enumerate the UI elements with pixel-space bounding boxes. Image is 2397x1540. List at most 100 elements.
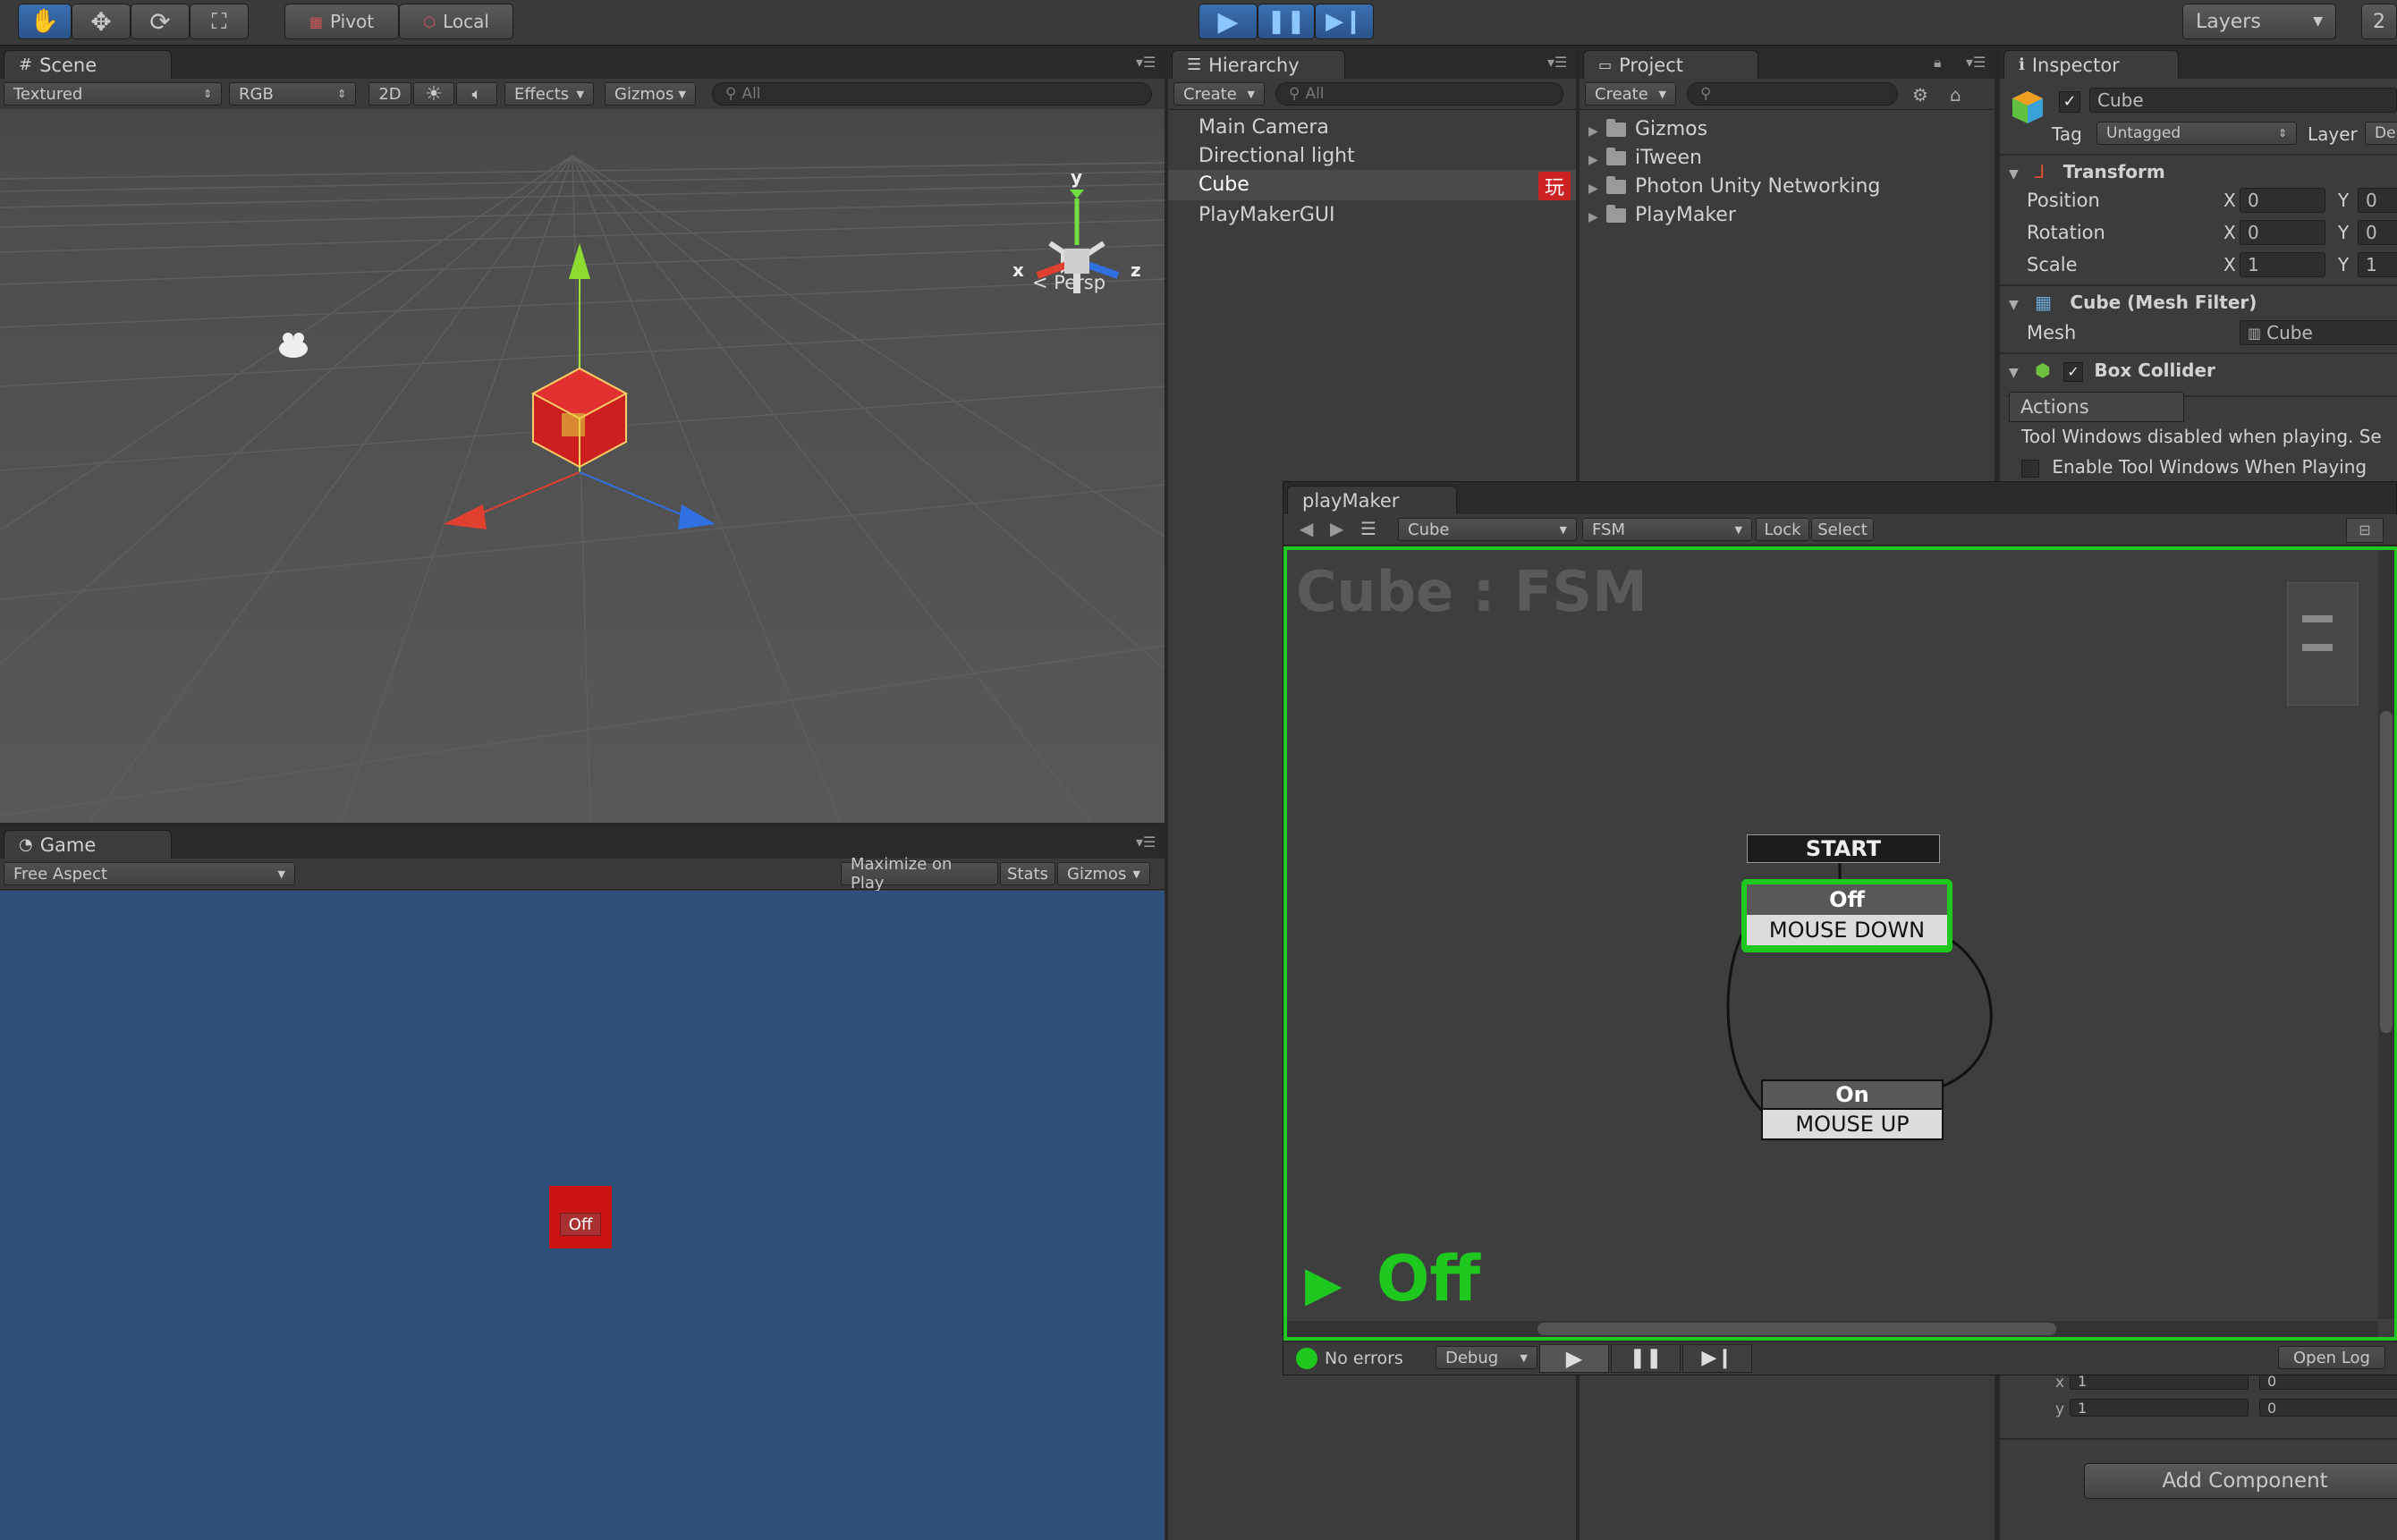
tab-inspector[interactable]: ℹ Inspector: [2003, 50, 2179, 79]
step-button[interactable]: ▶❙: [1315, 4, 1374, 39]
audio-toggle[interactable]: 🔈︎: [456, 82, 497, 106]
scene-viewport[interactable]: y x z < Persp: [0, 109, 1165, 823]
filter-type-icon[interactable]: ⚙: [1912, 84, 1928, 106]
expand-arrow-icon[interactable]: ▶: [1588, 210, 1606, 224]
rotate-tool-button[interactable]: ⟳: [131, 4, 190, 39]
mesh-filter-header[interactable]: ▼ ▦ Cube (Mesh Filter): [2009, 292, 2257, 313]
project-folder-playmaker[interactable]: ▶ PlayMaker: [1588, 204, 1736, 226]
hierarchy-search-input[interactable]: ⚲ All: [1275, 82, 1563, 106]
fsm-pause-button[interactable]: ❚❚: [1611, 1344, 1681, 1373]
layers-dropdown[interactable]: Layers ▼: [2182, 4, 2336, 39]
fsm-play-button[interactable]: ▶: [1539, 1344, 1609, 1373]
mode-2d-button[interactable]: 2D: [368, 82, 411, 106]
lower-y-field-1[interactable]: 1: [2070, 1399, 2249, 1417]
pause-button[interactable]: ❚❚: [1258, 4, 1315, 39]
lower-y-field-2[interactable]: 0: [2259, 1399, 2397, 1417]
expand-arrow-icon[interactable]: ▶: [1588, 153, 1606, 167]
scale-tool-button[interactable]: ⛶: [190, 4, 249, 39]
mesh-field[interactable]: ▥ Cube: [2240, 320, 2397, 345]
object-name-field[interactable]: Cube: [2089, 88, 2397, 113]
fsm-start-node[interactable]: START: [1747, 834, 1940, 863]
hierarchy-item-cube-row[interactable]: Cube 玩: [1168, 170, 1576, 200]
stats-toggle[interactable]: Stats: [1000, 862, 1055, 885]
fsm-state-off[interactable]: Off MOUSE DOWN: [1741, 879, 1952, 952]
back-arrow-icon[interactable]: ◀: [1300, 518, 1313, 539]
expand-arrow-icon[interactable]: ▶: [1588, 124, 1606, 139]
persp-label[interactable]: < Persp: [1032, 272, 1105, 293]
tab-scene[interactable]: # Scene: [4, 50, 172, 79]
transform-header[interactable]: ▼ ⅃ Transform: [2009, 161, 2165, 182]
hierarchy-item-playmakergui[interactable]: PlayMakerGUI: [1198, 204, 1335, 226]
fsm-graph-canvas[interactable]: Cube : FSM START Off MOUSE DOWN On MOUSE…: [1283, 546, 2397, 1341]
rotation-x-field[interactable]: 0: [2240, 220, 2325, 245]
project-folder-gizmos[interactable]: ▶ Gizmos: [1588, 118, 1707, 140]
project-create-dropdown[interactable]: Create ▼: [1585, 82, 1676, 106]
fsm-step-button[interactable]: ▶❙: [1682, 1344, 1752, 1373]
position-x-field[interactable]: 0: [2240, 188, 2325, 213]
render-mode-dropdown[interactable]: RGB ⇕: [229, 82, 356, 106]
game-gizmos-dropdown[interactable]: Gizmos ▼: [1057, 862, 1150, 885]
expand-arrow-icon[interactable]: ▶: [1588, 182, 1606, 196]
hierarchy-item-directional-light[interactable]: Directional light: [1198, 145, 1355, 167]
panel-menu-icon[interactable]: ▾☰: [1547, 54, 1569, 71]
box-collider-checkbox[interactable]: ✓: [2062, 362, 2083, 382]
open-log-button[interactable]: Open Log: [2278, 1346, 2385, 1369]
tag-icon[interactable]: ⌂: [1950, 84, 1961, 106]
panel-menu-icon[interactable]: ▾☰: [1136, 54, 1157, 71]
error-status[interactable]: No errors: [1296, 1348, 1403, 1369]
playmaker-badge-icon[interactable]: 玩: [1538, 172, 1571, 200]
event-mouse-down[interactable]: MOUSE DOWN: [1747, 915, 1947, 945]
tab-game[interactable]: ◔ Game: [4, 830, 172, 859]
lock-icon[interactable]: 🔒︎: [1934, 54, 1955, 71]
project-search-input[interactable]: ⚲: [1687, 82, 1898, 106]
layout-dropdown[interactable]: 2: [2361, 4, 2397, 39]
maximize-icon[interactable]: ⊟: [2346, 518, 2384, 543]
chevron-down-icon: ▼: [678, 88, 686, 100]
shading-dropdown[interactable]: Textured ⇕: [4, 82, 222, 106]
layer-dropdown[interactable]: De: [2365, 122, 2397, 145]
enable-tool-windows-toggle[interactable]: Enable Tool Windows When Playing: [2021, 456, 2367, 478]
scale-y-field[interactable]: 1: [2358, 252, 2397, 277]
fsm-state-on[interactable]: On MOUSE UP: [1761, 1079, 1944, 1140]
gizmos-dropdown[interactable]: Gizmos ▼: [605, 82, 696, 106]
hierarchy-create-dropdown[interactable]: Create ▼: [1173, 82, 1265, 106]
game-off-button[interactable]: Off: [560, 1213, 601, 1236]
active-checkbox[interactable]: ✓: [2059, 91, 2080, 113]
lighting-toggle[interactable]: ☀: [413, 82, 454, 106]
fsm-object-dropdown[interactable]: Cube ▼: [1398, 518, 1577, 541]
box-collider-header[interactable]: ▼ ⬢ ✓ Box Collider: [2009, 360, 2215, 382]
select-button[interactable]: Select: [1811, 518, 1874, 541]
position-y-field[interactable]: 0: [2358, 188, 2397, 213]
game-viewport[interactable]: Off: [0, 891, 1165, 1540]
tab-playmaker[interactable]: playMaker: [1287, 486, 1457, 514]
panel-menu-icon[interactable]: ▾☰: [1966, 54, 1987, 71]
pivot-toggle-button[interactable]: ▦ Pivot: [284, 4, 399, 39]
effects-dropdown[interactable]: Effects ▼: [504, 82, 594, 106]
cube-render[interactable]: Off: [549, 1186, 612, 1248]
add-component-button[interactable]: Add Component: [2084, 1463, 2397, 1499]
scene-search-input[interactable]: ⚲ All: [712, 82, 1152, 106]
hand-tool-button[interactable]: ✋: [18, 4, 72, 39]
local-toggle-button[interactable]: ⬡ Local: [399, 4, 513, 39]
project-folder-photon[interactable]: ▶ Photon Unity Networking: [1588, 175, 1880, 198]
tag-dropdown[interactable]: Untagged ⇕: [2096, 122, 2297, 145]
scale-x-field[interactable]: 1: [2240, 252, 2325, 277]
lock-button[interactable]: Lock: [1756, 518, 1809, 541]
tab-hierarchy[interactable]: ☰ Hierarchy: [1172, 50, 1345, 79]
tab-project[interactable]: ▭ Project: [1583, 50, 1758, 79]
fsm-dropdown[interactable]: FSM ▼: [1582, 518, 1752, 541]
event-mouse-up[interactable]: MOUSE UP: [1763, 1110, 1942, 1138]
hamburger-menu-icon[interactable]: ☰: [1360, 518, 1376, 539]
debug-dropdown[interactable]: Debug ▼: [1436, 1346, 1537, 1369]
aspect-dropdown[interactable]: Free Aspect ▼: [4, 862, 295, 885]
actions-tab[interactable]: Actions: [2009, 392, 2184, 422]
maximize-on-play-toggle[interactable]: Maximize on Play: [841, 855, 998, 893]
rotation-y-field[interactable]: 0: [2358, 220, 2397, 245]
hierarchy-item-main-camera[interactable]: Main Camera: [1198, 116, 1329, 139]
forward-arrow-icon[interactable]: ▶: [1330, 518, 1343, 539]
play-button[interactable]: ▶: [1198, 4, 1258, 39]
project-folder-itween[interactable]: ▶ iTween: [1588, 147, 1702, 169]
checkbox[interactable]: [2021, 459, 2039, 478]
move-tool-button[interactable]: ✥: [72, 4, 131, 39]
panel-menu-icon[interactable]: ▾☰: [1136, 833, 1157, 850]
